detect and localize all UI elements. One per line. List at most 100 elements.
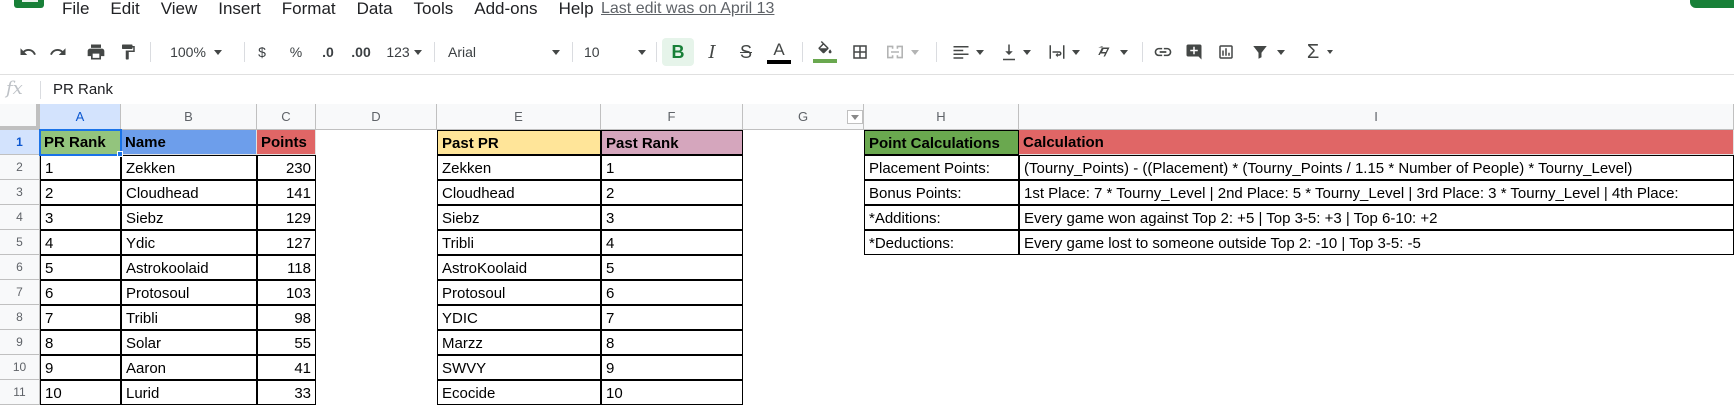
cell-b9[interactable]: Solar xyxy=(121,330,257,355)
cell-e1[interactable]: Past PR xyxy=(437,130,601,155)
cell-e9[interactable]: Marzz xyxy=(437,330,601,355)
menu-file[interactable]: File xyxy=(62,0,89,18)
cell-a4[interactable]: 3 xyxy=(40,205,121,230)
row-header-7[interactable]: 7 xyxy=(0,280,40,305)
cell-a2[interactable]: 1 xyxy=(40,155,121,180)
cell-c5[interactable]: 127 xyxy=(257,230,316,255)
last-edit-link[interactable]: Last edit was on April 13 xyxy=(601,0,774,18)
cell-f11[interactable]: 10 xyxy=(601,380,743,405)
cell-f4[interactable]: 3 xyxy=(601,205,743,230)
cell-c11[interactable]: 33 xyxy=(257,380,316,405)
cell-i2[interactable]: (Tourny_Points) - ((Placement) * (Tourny… xyxy=(1019,155,1734,180)
menu-insert[interactable]: Insert xyxy=(218,0,261,18)
cell-f6[interactable]: 5 xyxy=(601,255,743,280)
cell-h3[interactable]: Bonus Points: xyxy=(864,180,1019,205)
cell-e6[interactable]: AstroKoolaid xyxy=(437,255,601,280)
column-header-e[interactable]: E xyxy=(437,104,601,130)
cell-c6[interactable]: 118 xyxy=(257,255,316,280)
cell-f8[interactable]: 7 xyxy=(601,305,743,330)
undo-icon[interactable] xyxy=(16,38,40,66)
menu-tools[interactable]: Tools xyxy=(414,0,454,18)
cell-f5[interactable]: 4 xyxy=(601,230,743,255)
column-header-c[interactable]: C xyxy=(257,104,316,130)
column-header-g[interactable]: G xyxy=(743,104,864,130)
column-header-f[interactable]: F xyxy=(601,104,743,130)
row-header-4[interactable]: 4 xyxy=(0,205,40,230)
cell-h2[interactable]: Placement Points: xyxy=(864,155,1019,180)
menu-help[interactable]: Help xyxy=(559,0,594,18)
cell-b8[interactable]: Tribli xyxy=(121,305,257,330)
redo-icon[interactable] xyxy=(46,38,70,66)
horizontal-align-icon[interactable] xyxy=(948,38,988,66)
cell-e8[interactable]: YDIC xyxy=(437,305,601,330)
cell-h1[interactable]: Point Calculations xyxy=(864,130,1019,155)
cell-b3[interactable]: Cloudhead xyxy=(121,180,257,205)
more-formats-select[interactable]: 123 xyxy=(384,38,424,66)
row-header-8[interactable]: 8 xyxy=(0,305,40,330)
percent-format-button[interactable]: % xyxy=(286,38,306,66)
cell-a7[interactable]: 6 xyxy=(40,280,121,305)
cell-e2[interactable]: Zekken xyxy=(437,155,601,180)
cell-b7[interactable]: Protosoul xyxy=(121,280,257,305)
menu-edit[interactable]: Edit xyxy=(110,0,139,18)
zoom-select[interactable]: 100% xyxy=(160,38,232,66)
decrease-decimals-button[interactable]: .0 xyxy=(316,38,340,66)
font-family-select[interactable]: Arial xyxy=(448,38,560,66)
paint-format-icon[interactable] xyxy=(116,38,140,66)
filter-icon[interactable] xyxy=(1246,38,1290,66)
print-icon[interactable] xyxy=(84,38,108,66)
text-color-button[interactable]: A xyxy=(766,38,792,66)
row-header-1[interactable]: 1 xyxy=(0,130,40,155)
cell-a9[interactable]: 8 xyxy=(40,330,121,355)
sheets-logo-icon[interactable] xyxy=(14,0,44,8)
cell-i5[interactable]: Every game lost to someone outside Top 2… xyxy=(1019,230,1734,255)
cell-e5[interactable]: Tribli xyxy=(437,230,601,255)
cell-c3[interactable]: 141 xyxy=(257,180,316,205)
cell-f10[interactable]: 9 xyxy=(601,355,743,380)
cell-c8[interactable]: 98 xyxy=(257,305,316,330)
cell-b10[interactable]: Aaron xyxy=(121,355,257,380)
cell-i4[interactable]: Every game won against Top 2: +5 | Top 3… xyxy=(1019,205,1734,230)
cell-f3[interactable]: 2 xyxy=(601,180,743,205)
strikethrough-button[interactable]: S xyxy=(734,38,758,66)
increase-decimals-button[interactable]: .00 xyxy=(346,38,376,66)
cell-a11[interactable]: 10 xyxy=(40,380,121,405)
cell-c10[interactable]: 41 xyxy=(257,355,316,380)
cell-b6[interactable]: Astrokoolaid xyxy=(121,255,257,280)
row-header-3[interactable]: 3 xyxy=(0,180,40,205)
cell-c2[interactable]: 230 xyxy=(257,155,316,180)
borders-icon[interactable] xyxy=(848,38,872,66)
cell-a10[interactable]: 9 xyxy=(40,355,121,380)
cell-i3[interactable]: 1st Place: 7 * Tourny_Level | 2nd Place:… xyxy=(1019,180,1734,205)
menu-view[interactable]: View xyxy=(161,0,198,18)
text-wrapping-icon[interactable] xyxy=(1044,38,1084,66)
cell-f7[interactable]: 6 xyxy=(601,280,743,305)
share-button[interactable] xyxy=(1690,0,1734,8)
cell-a6[interactable]: 5 xyxy=(40,255,121,280)
cell-e11[interactable]: Ecocide xyxy=(437,380,601,405)
insert-link-icon[interactable] xyxy=(1150,38,1176,66)
spreadsheet-grid[interactable]: ABCDEFGHI 1 2 3 4 5 6 7 8 9 10 11 PR Rank Name Point… xyxy=(0,104,1734,410)
cell-h4[interactable]: *Additions: xyxy=(864,205,1019,230)
cell-e10[interactable]: SWVY xyxy=(437,355,601,380)
column-header-d[interactable]: D xyxy=(316,104,437,130)
cell-a5[interactable]: 4 xyxy=(40,230,121,255)
menu-add-ons[interactable]: Add-ons xyxy=(474,0,537,18)
currency-format-button[interactable]: $ xyxy=(252,38,272,66)
menu-format[interactable]: Format xyxy=(282,0,336,18)
fill-color-button[interactable] xyxy=(812,38,838,66)
cell-i1[interactable]: Calculation xyxy=(1019,130,1734,155)
cell-e3[interactable]: Cloudhead xyxy=(437,180,601,205)
cell-c7[interactable]: 103 xyxy=(257,280,316,305)
cell-b11[interactable]: Lurid xyxy=(121,380,257,405)
select-all-corner[interactable] xyxy=(0,104,40,130)
column-header-i[interactable]: I xyxy=(1019,104,1734,130)
row-header-9[interactable]: 9 xyxy=(0,330,40,355)
row-header-2[interactable]: 2 xyxy=(0,155,40,180)
cell-a3[interactable]: 2 xyxy=(40,180,121,205)
cell-a1[interactable]: PR Rank xyxy=(40,130,121,155)
cell-b4[interactable]: Siebz xyxy=(121,205,257,230)
cell-f2[interactable]: 1 xyxy=(601,155,743,180)
cell-c9[interactable]: 55 xyxy=(257,330,316,355)
formula-input[interactable]: PR Rank xyxy=(53,81,113,98)
